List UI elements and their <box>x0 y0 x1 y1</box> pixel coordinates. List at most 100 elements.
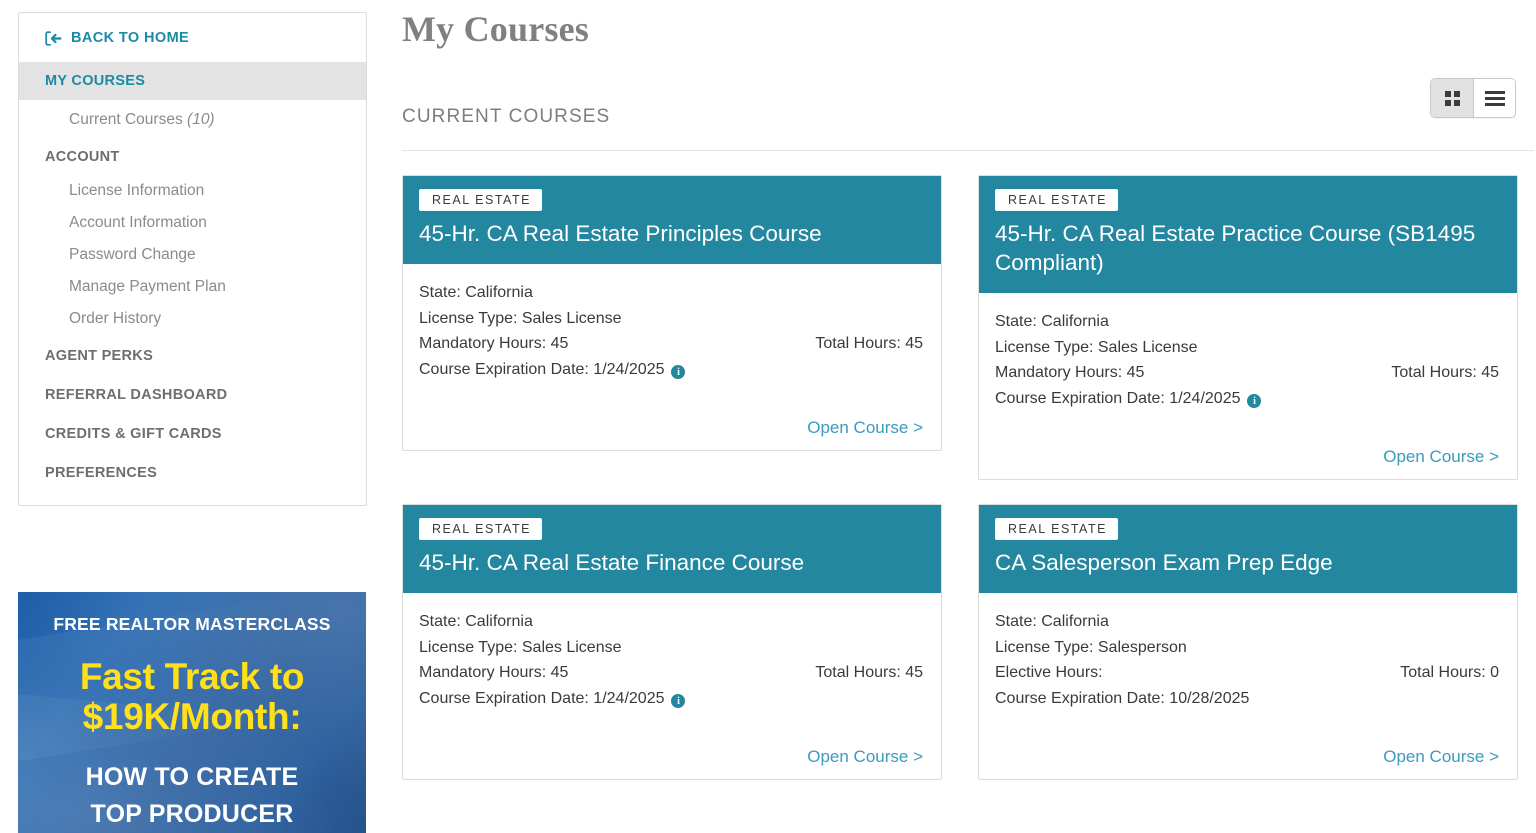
list-view-icon <box>1484 90 1505 106</box>
course-title: 45-Hr. CA Real Estate Finance Course <box>419 550 805 575</box>
view-toggle-group <box>1430 78 1516 118</box>
sidebar-item-order-history[interactable]: Order History <box>19 303 366 335</box>
sidebar-item-label: ACCOUNT <box>45 149 120 165</box>
course-title: CA Salesperson Exam Prep Edge <box>995 550 1333 575</box>
course-title: 45-Hr. CA Real Estate Principles Course <box>419 221 822 246</box>
sidebar-back-label: BACK TO HOME <box>71 30 190 46</box>
sidebar-item-current-courses[interactable]: Current Courses (10) <box>19 104 366 136</box>
course-card-header: REAL ESTATE 45-Hr. CA Real Estate Financ… <box>403 505 941 593</box>
course-card-footer: Open Course > <box>979 425 1517 479</box>
course-card-body: State: California License Type: Sales Li… <box>403 593 941 725</box>
course-expiration: Course Expiration Date: 1/24/2025 <box>995 389 1241 407</box>
course-card-footer: Open Course > <box>979 725 1517 779</box>
course-card-header: REAL ESTATE 45-Hr. CA Real Estate Princi… <box>403 176 941 264</box>
course-expiration-row: Course Expiration Date: 1/24/2025 i <box>995 386 1499 412</box>
course-card-footer: Open Course > <box>403 725 941 779</box>
course-expiration-row: Course Expiration Date: 1/24/2025 i <box>419 357 923 383</box>
course-meta: State: California License Type: Sales Li… <box>995 309 1499 411</box>
open-course-link[interactable]: Open Course > <box>807 418 923 437</box>
course-total-hours: Total Hours: 0 <box>1400 664 1499 681</box>
list-view-button[interactable] <box>1473 79 1515 117</box>
sidebar-item-my-courses[interactable]: MY COURSES <box>19 62 366 100</box>
sidebar-item-label: MY COURSES <box>45 73 146 89</box>
course-meta: State: California License Type: Sales Li… <box>419 609 923 711</box>
sidebar-item-referral-dashboard[interactable]: REFERRAL DASHBOARD <box>19 374 366 413</box>
info-icon[interactable]: i <box>671 694 686 709</box>
sidebar: BACK TO HOME MY COURSES Current Courses … <box>18 12 367 506</box>
course-hours: Mandatory Hours: 45 <box>419 335 569 352</box>
course-hours-row: Mandatory Hours: 45 Total Hours: 45 <box>995 360 1499 386</box>
course-hours-row: Mandatory Hours: 45 Total Hours: 45 <box>419 331 923 357</box>
promo-headline: Fast Track to $19K/Month: <box>18 657 366 737</box>
course-hours-row: Elective Hours: Total Hours: 0 <box>995 660 1499 686</box>
course-card-header: REAL ESTATE 45-Hr. CA Real Estate Practi… <box>979 176 1517 293</box>
sidebar-item-label: AGENT PERKS <box>45 348 154 364</box>
course-state: State: California <box>419 613 533 630</box>
course-expiration-row: Course Expiration Date: 10/28/2025i <box>995 686 1499 712</box>
sidebar-item-account[interactable]: ACCOUNT <box>19 136 366 175</box>
course-card-body: State: California License Type: Sales Li… <box>403 264 941 396</box>
course-hours: Mandatory Hours: 45 <box>995 364 1145 381</box>
promo-banner[interactable]: FREE REALTOR MASTERCLASS Fast Track to $… <box>18 592 366 833</box>
course-meta: State: California License Type: Sales Li… <box>419 280 923 382</box>
grid-view-button[interactable] <box>1431 79 1473 117</box>
sidebar-item-label: Current Courses <box>69 111 183 128</box>
promo-sub-line1: HOW TO CREATE <box>85 763 299 791</box>
course-expiration: Course Expiration Date: 10/28/2025 <box>995 689 1250 707</box>
info-icon[interactable]: i <box>1247 394 1262 409</box>
course-hours: Mandatory Hours: 45 <box>419 664 569 681</box>
course-card[interactable]: REAL ESTATE 45-Hr. CA Real Estate Financ… <box>402 504 942 780</box>
course-hours-row: Mandatory Hours: 45 Total Hours: 45 <box>419 660 923 686</box>
main-content: My Courses CURRENT COURSES REAL ESTATE 4… <box>400 0 1536 833</box>
sidebar-item-credits-gift-cards[interactable]: CREDITS & GIFT CARDS <box>19 413 366 452</box>
course-total-hours: Total Hours: 45 <box>815 664 923 681</box>
sidebar-item-label: PREFERENCES <box>45 465 158 481</box>
course-title: 45-Hr. CA Real Estate Practice Course (S… <box>995 221 1476 275</box>
course-card-body: State: California License Type: Salesper… <box>979 593 1517 725</box>
course-state: State: California <box>419 284 533 301</box>
course-category-badge: REAL ESTATE <box>419 189 542 211</box>
course-state: State: California <box>995 313 1109 330</box>
course-expiration: Course Expiration Date: 1/24/2025 <box>419 689 665 707</box>
course-category-badge: REAL ESTATE <box>995 518 1118 540</box>
sidebar-item-label: Manage Payment Plan <box>69 278 226 295</box>
page-root: BACK TO HOME MY COURSES Current Courses … <box>0 0 1536 833</box>
sidebar-item-label: CREDITS & GIFT CARDS <box>45 426 222 442</box>
course-license-type: License Type: Sales License <box>419 309 622 327</box>
promo-headline-line2: $19K/Month: <box>82 696 302 737</box>
sidebar-item-label: Account Information <box>69 214 207 231</box>
sidebar-item-license-information[interactable]: License Information <box>19 175 366 207</box>
course-card-footer: Open Course > <box>403 396 941 450</box>
course-card-body: State: California License Type: Sales Li… <box>979 293 1517 425</box>
course-meta: State: California License Type: Salesper… <box>995 609 1499 711</box>
sidebar-item-password-change[interactable]: Password Change <box>19 239 366 271</box>
sidebar-item-label: REFERRAL DASHBOARD <box>45 387 228 403</box>
course-total-hours: Total Hours: 45 <box>815 335 923 352</box>
course-hours: Elective Hours: <box>995 664 1103 681</box>
course-license-type: License Type: Sales License <box>419 638 622 656</box>
course-state: State: California <box>995 613 1109 630</box>
section-label-current-courses: CURRENT COURSES <box>402 106 611 127</box>
course-card[interactable]: REAL ESTATE CA Salesperson Exam Prep Edg… <box>978 504 1518 780</box>
course-total-hours: Total Hours: 45 <box>1391 364 1499 381</box>
promo-headline-line1: Fast Track to <box>79 656 305 697</box>
page-title: My Courses <box>402 9 589 49</box>
course-category-badge: REAL ESTATE <box>995 189 1118 211</box>
sidebar-item-account-information[interactable]: Account Information <box>19 207 366 239</box>
promo-sub-line2: TOP PRODUCER <box>90 800 294 828</box>
sidebar-item-back-to-home[interactable]: BACK TO HOME <box>19 13 366 62</box>
sidebar-item-label: Password Change <box>69 246 196 263</box>
course-card-grid: REAL ESTATE 45-Hr. CA Real Estate Princi… <box>402 175 1536 804</box>
course-expiration: Course Expiration Date: 1/24/2025 <box>419 360 665 378</box>
open-course-link[interactable]: Open Course > <box>807 747 923 766</box>
open-course-link[interactable]: Open Course > <box>1383 447 1499 466</box>
course-card[interactable]: REAL ESTATE 45-Hr. CA Real Estate Practi… <box>978 175 1518 480</box>
course-card[interactable]: REAL ESTATE 45-Hr. CA Real Estate Princi… <box>402 175 942 451</box>
info-icon[interactable]: i <box>671 365 686 380</box>
sidebar-item-agent-perks[interactable]: AGENT PERKS <box>19 335 366 374</box>
open-course-link[interactable]: Open Course > <box>1383 747 1499 766</box>
grid-view-icon <box>1444 90 1460 106</box>
sidebar-item-manage-payment-plan[interactable]: Manage Payment Plan <box>19 271 366 303</box>
sidebar-item-preferences[interactable]: PREFERENCES <box>19 452 366 491</box>
course-expiration-row: Course Expiration Date: 1/24/2025 i <box>419 686 923 712</box>
